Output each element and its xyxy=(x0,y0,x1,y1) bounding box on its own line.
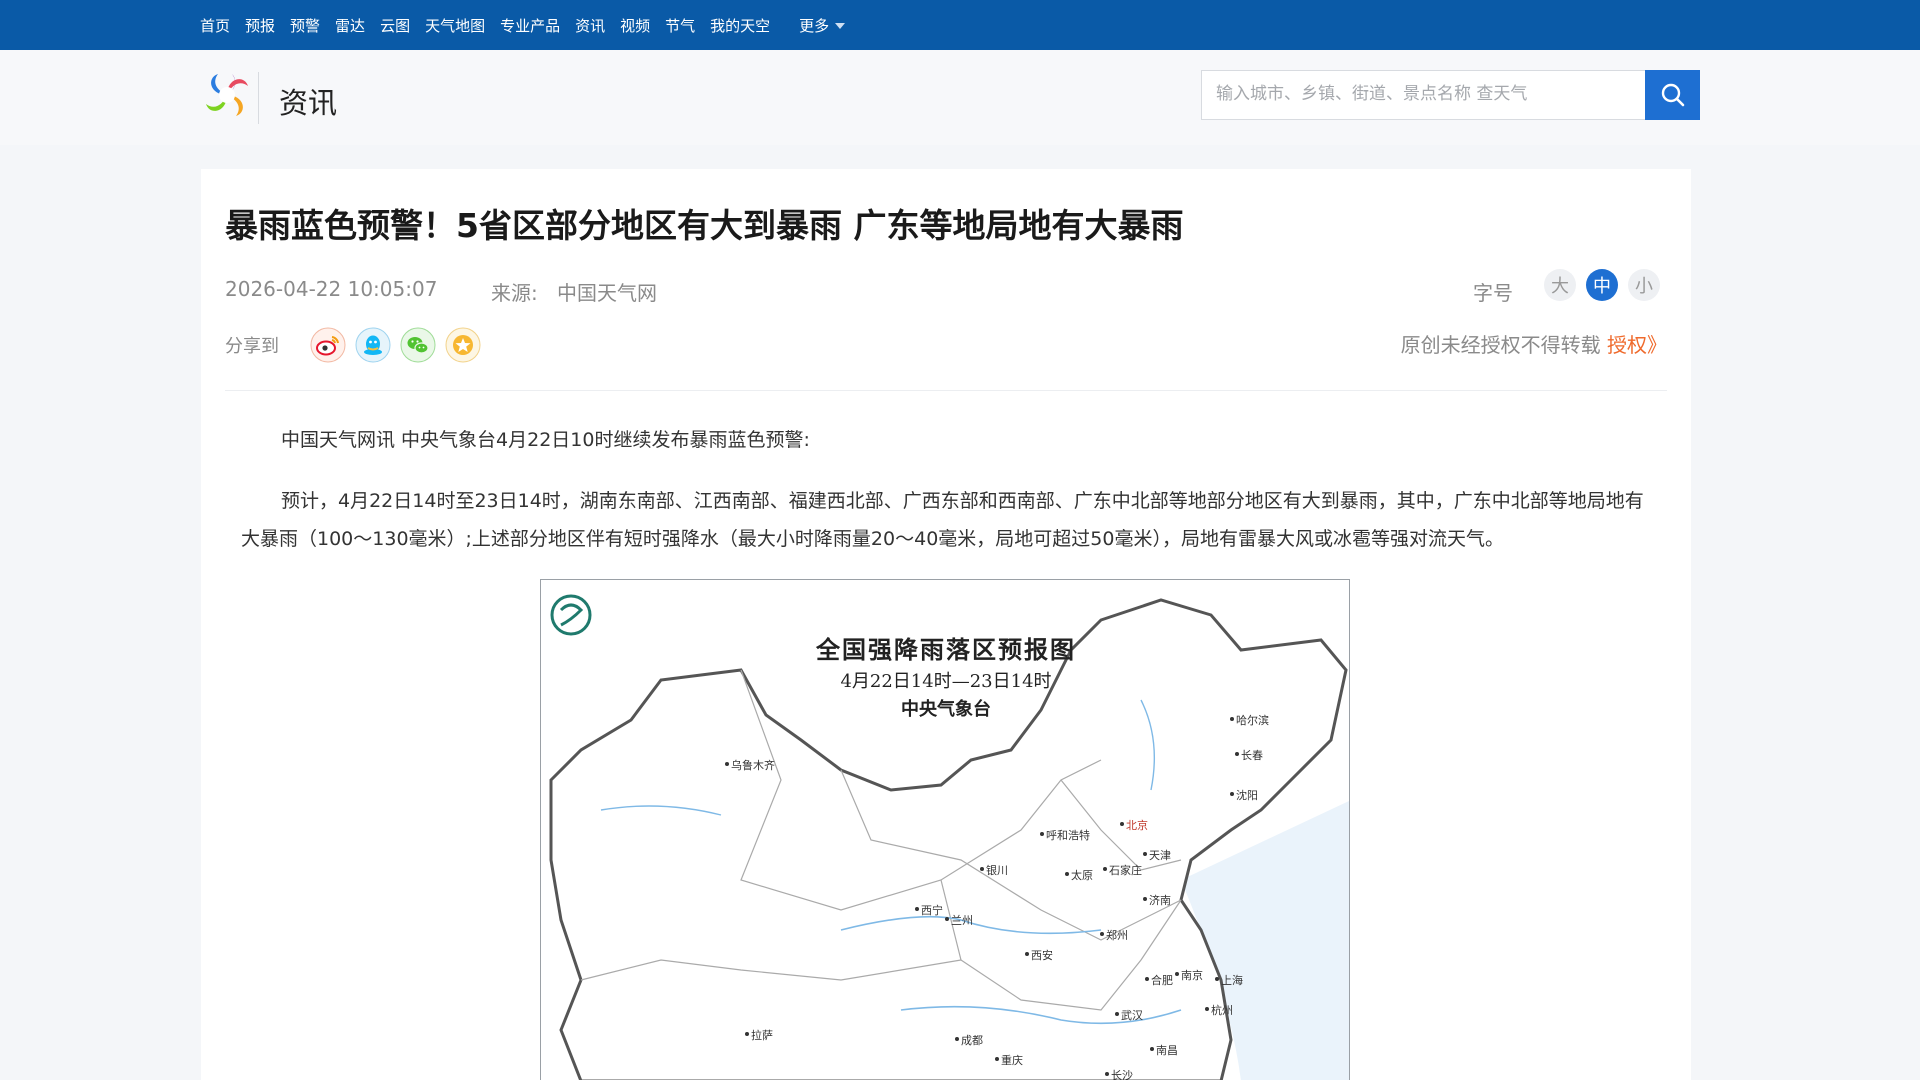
map-city-dot xyxy=(1105,1072,1109,1076)
map-city-dot xyxy=(1235,752,1239,756)
authorize-link[interactable]: 授权》 xyxy=(1607,333,1667,357)
map-city-dot xyxy=(1100,932,1104,936)
map-city-label: 银川 xyxy=(980,862,1008,878)
qq-share-icon[interactable] xyxy=(355,327,391,363)
map-city-label: 拉萨 xyxy=(745,1027,773,1043)
map-city-dot xyxy=(725,762,729,766)
map-city-dot xyxy=(1145,977,1149,981)
map-city-dot xyxy=(1143,852,1147,856)
weather-logo-icon[interactable] xyxy=(200,68,254,122)
map-city-label: 太原 xyxy=(1065,867,1093,883)
map-city-dot xyxy=(1040,832,1044,836)
nav-radar[interactable]: 雷达 xyxy=(335,15,365,36)
map-city-dot xyxy=(1150,1047,1154,1051)
nav-products[interactable]: 专业产品 xyxy=(500,15,560,36)
nav-warning[interactable]: 预警 xyxy=(290,15,320,36)
favorite-star-icon[interactable] xyxy=(445,327,481,363)
map-city-label: 西安 xyxy=(1025,947,1053,963)
map-city-label: 沈阳 xyxy=(1230,787,1258,803)
map-city-label: 杭州 xyxy=(1205,1002,1233,1018)
top-nav: 首页 预报 预警 雷达 云图 天气地图 专业产品 资讯 视频 节气 我的天空 更… xyxy=(0,0,1920,50)
map-city-label: 石家庄 xyxy=(1103,862,1142,878)
map-city-dot xyxy=(1215,977,1219,981)
article-paragraph-2: 预计，4月22日14时至23日14时，湖南东南部、江西南部、福建西北部、广西东部… xyxy=(241,490,1644,550)
map-city-label: 成都 xyxy=(955,1032,983,1048)
map-city-dot xyxy=(745,1032,749,1036)
nav-solar-terms[interactable]: 节气 xyxy=(665,15,695,36)
map-city-dot xyxy=(1120,822,1124,826)
search-icon xyxy=(1661,83,1684,107)
nav-video[interactable]: 视频 xyxy=(620,15,650,36)
map-city-label: 济南 xyxy=(1143,892,1171,908)
forecast-map-image: 全国强降雨落区预报图 4月22日14时—23日14时 中央气象台 乌鲁木齐 哈尔滨… xyxy=(540,579,1350,1080)
section-title: 资讯 xyxy=(279,86,338,120)
nav-my-sky[interactable]: 我的天空 xyxy=(710,15,770,36)
map-city-dot xyxy=(980,867,984,871)
font-size-medium-button[interactable]: 中 xyxy=(1586,269,1618,301)
map-city-dot xyxy=(1103,867,1107,871)
article-date: 2026-04-22 10:05:07 xyxy=(225,277,438,301)
map-subtitle: 4月22日14时—23日14时 xyxy=(840,671,1052,692)
map-city-dot xyxy=(955,1037,959,1041)
search-button[interactable] xyxy=(1645,70,1700,120)
map-city-label: 长春 xyxy=(1235,747,1263,763)
map-city-label: 郑州 xyxy=(1100,927,1128,943)
map-city-label: 长沙 xyxy=(1105,1067,1133,1080)
map-city-label: 上海 xyxy=(1215,972,1243,988)
nav-news[interactable]: 资讯 xyxy=(575,15,605,36)
map-city-dot xyxy=(1065,872,1069,876)
map-city-label: 合肥 xyxy=(1145,972,1173,988)
map-city-dot xyxy=(1205,1007,1209,1011)
map-city-dot xyxy=(995,1057,999,1061)
map-city-dot xyxy=(1230,717,1234,721)
chevron-down-icon xyxy=(835,23,846,29)
search-box xyxy=(1201,70,1700,120)
map-city-label: 北京 xyxy=(1120,817,1148,833)
map-city-label: 乌鲁木齐 xyxy=(725,757,775,773)
nav-forecast[interactable]: 预报 xyxy=(245,15,275,36)
map-city-label: 南昌 xyxy=(1150,1042,1178,1058)
map-city-label: 重庆 xyxy=(995,1052,1023,1068)
map-city-label: 南京 xyxy=(1175,967,1203,983)
header: 资讯 xyxy=(0,50,1920,145)
header-divider xyxy=(258,72,259,124)
map-title: 全国强降雨落区预报图 xyxy=(816,635,1076,664)
map-city-label: 呼和浩特 xyxy=(1040,827,1090,843)
copyright-notice: 原创未经授权不得转载 授权》 xyxy=(1400,333,1667,357)
divider xyxy=(225,390,1667,391)
source-label: 来源: xyxy=(491,281,538,305)
nav-home[interactable]: 首页 xyxy=(200,15,230,36)
article-source: 中国天气网 xyxy=(557,281,657,305)
map-agency: 中央气象台 xyxy=(901,699,991,720)
map-city-dot xyxy=(945,917,949,921)
map-city-label: 西宁 xyxy=(915,902,943,918)
font-size-label: 字号 xyxy=(1473,281,1513,305)
map-city-label: 武汉 xyxy=(1115,1007,1143,1023)
share-label: 分享到 xyxy=(225,336,279,357)
article-paragraph-1: 中国天气网讯 中央气象台4月22日10时继续发布暴雨蓝色预警: xyxy=(281,429,810,451)
weibo-share-icon[interactable] xyxy=(310,327,346,363)
nav-more[interactable]: 更多 xyxy=(799,15,846,36)
map-city-dot xyxy=(1175,972,1179,976)
map-city-dot xyxy=(915,907,919,911)
map-city-label: 哈尔滨 xyxy=(1230,712,1269,728)
font-size-small-button[interactable]: 小 xyxy=(1628,269,1660,301)
map-city-dot xyxy=(1143,897,1147,901)
article-title: 暴雨蓝色预警！5省区部分地区有大到暴雨 广东等地局地有大暴雨 xyxy=(225,206,1184,245)
nav-weather-map[interactable]: 天气地图 xyxy=(425,15,485,36)
map-city-dot xyxy=(1230,792,1234,796)
search-input[interactable] xyxy=(1202,71,1660,117)
map-city-label: 天津 xyxy=(1143,847,1171,863)
article-card: 暴雨蓝色预警！5省区部分地区有大到暴雨 广东等地局地有大暴雨 2026-04-2… xyxy=(201,169,1691,1080)
font-size-large-button[interactable]: 大 xyxy=(1544,269,1576,301)
wechat-share-icon[interactable] xyxy=(400,327,436,363)
nav-cloud[interactable]: 云图 xyxy=(380,15,410,36)
map-city-label: 兰州 xyxy=(945,912,973,928)
map-city-dot xyxy=(1025,952,1029,956)
map-city-dot xyxy=(1115,1012,1119,1016)
